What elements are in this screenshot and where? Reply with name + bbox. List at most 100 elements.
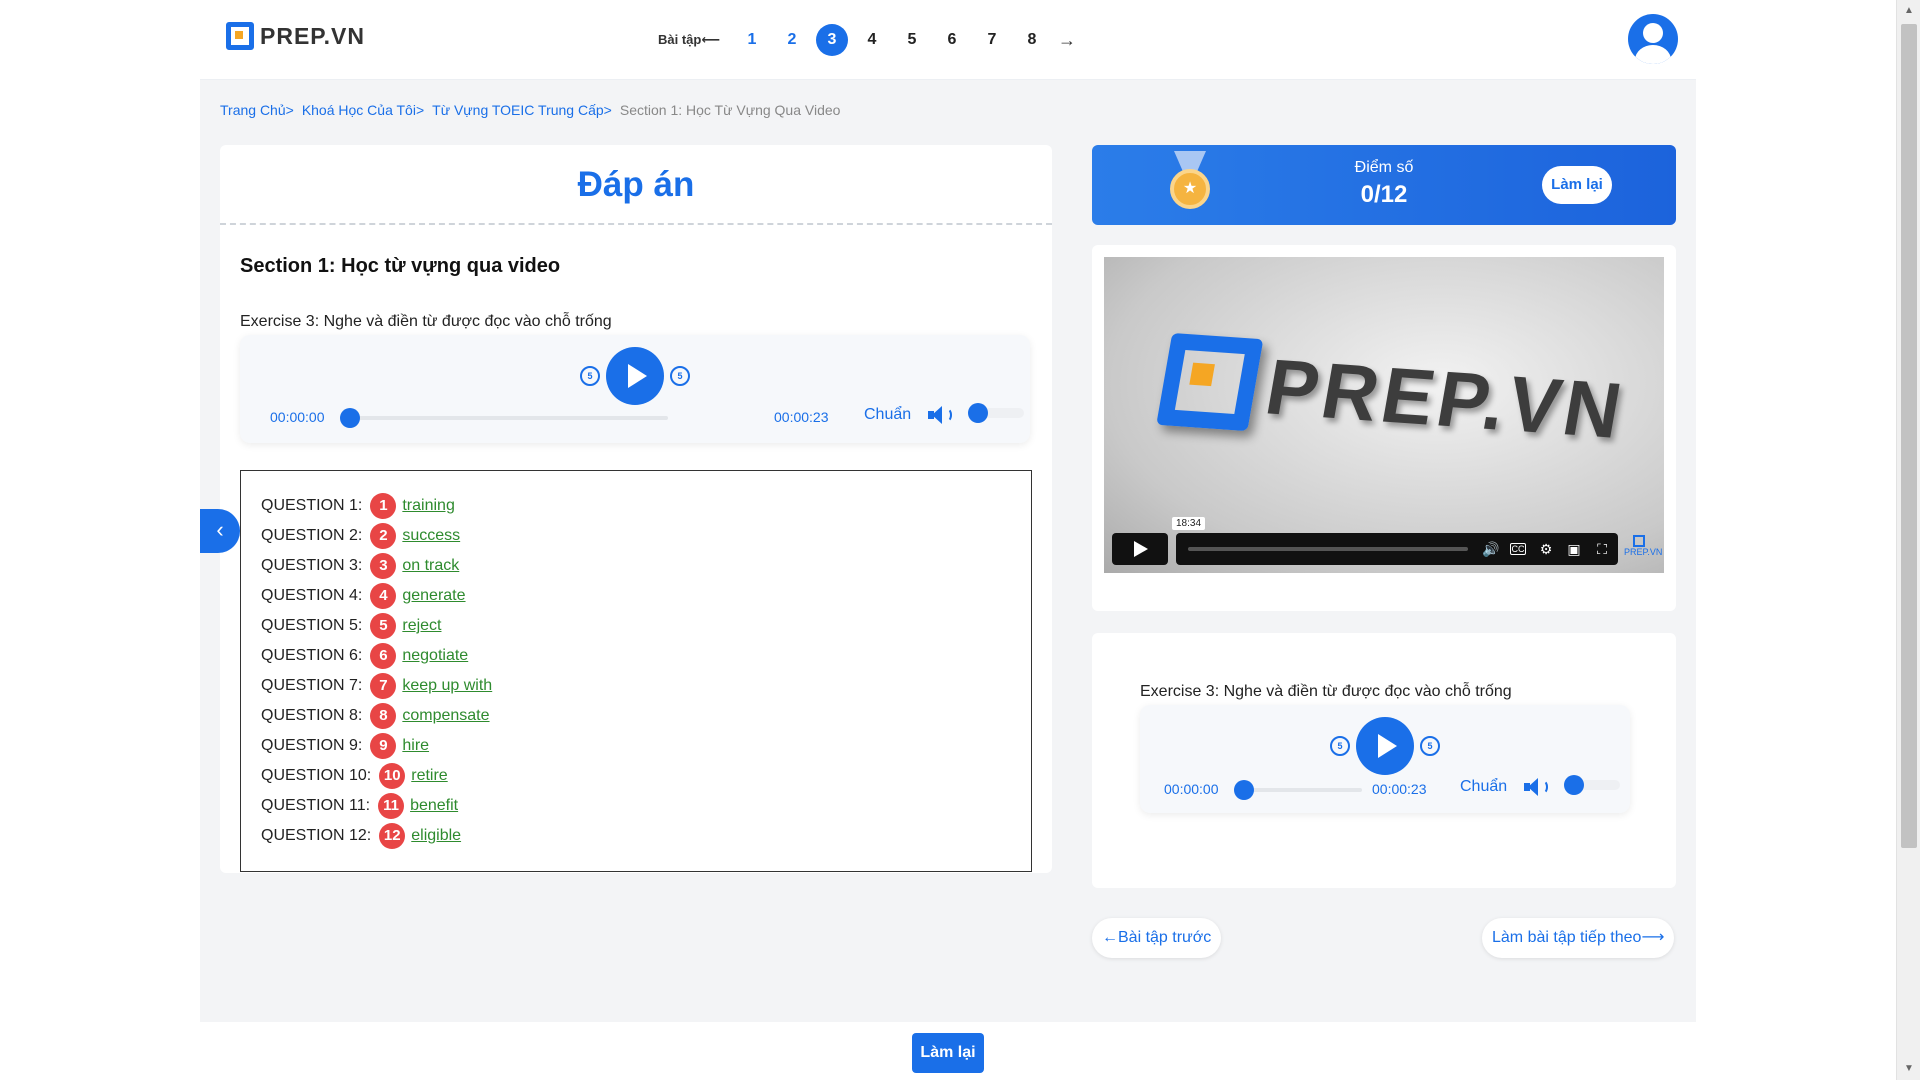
breadcrumb-item-course[interactable]: Từ Vựng TOEIC Trung Cấp> [432,102,612,118]
next-exercise-button[interactable]: Làm bài tập tiếp theo⟶ [1482,918,1675,958]
prep-logo[interactable]: PREP.VN [226,22,365,50]
fullscreen-icon[interactable]: ⛶ [1594,541,1610,557]
page-gutter-right [1696,0,1896,1080]
question-answer: on track [402,557,460,574]
avatar-body [1635,45,1671,64]
question-number-badge: 8 [370,703,397,729]
seek-knob[interactable] [1234,780,1254,800]
page-scrollbar[interactable]: ▲ ▼ [1896,0,1920,1080]
question-row: QUESTION 7: 7 keep up with [261,673,492,699]
exercise-nav-item-6[interactable]: 6 [936,24,968,56]
retry-button[interactable]: Làm lại [1542,166,1612,204]
question-number-badge: 12 [379,823,406,849]
exercise-nav-item-3[interactable]: 3 [815,24,848,56]
question-answer: reject [402,617,442,634]
video-control-bar: 🔊 CC ⚙ ▣ ⛶ [1176,533,1618,565]
play-button[interactable] [606,347,664,405]
question-row: QUESTION 6: 6 negotiate [261,643,468,669]
volume-icon[interactable] [928,405,952,425]
scroll-down-icon[interactable]: ▼ [1897,1058,1920,1080]
question-number-badge: 3 [370,553,397,579]
exercise-nav-item-7[interactable]: 7 [976,24,1008,56]
question-answer: success [402,527,461,544]
answer-card: Đáp án Section 1: Học từ vựng qua video … [220,145,1052,873]
question-answer: generate [402,587,466,604]
seek-knob[interactable] [340,408,360,428]
score-card: ★ Điểm số 0/12 Làm lại [1092,145,1676,225]
video-thumbnail-logo: PREP.VN [1156,332,1632,457]
question-row: QUESTION 1: 1 training [261,493,455,519]
volume-knob[interactable] [1564,775,1584,795]
question-number-badge: 2 [370,523,397,549]
pip-icon[interactable]: ▣ [1566,541,1582,557]
user-avatar-icon[interactable] [1628,14,1678,64]
replay-5-icon[interactable]: 5 [580,366,600,386]
question-row: QUESTION 10: 10 retire [261,763,448,789]
question-row: QUESTION 12: 12 eligible [261,823,461,849]
forward-5-icon[interactable]: 5 [670,366,690,386]
video-card: PREP.VN 18:34 🔊 CC ⚙ ▣ ⛶ PREP.VN [1092,245,1676,611]
duration-time: 00:00:23 [774,409,829,425]
breadcrumb: Trang Chủ> Khoá Học Của Tôi> Từ Vựng TOE… [220,102,840,118]
question-answer: benefit [410,797,459,814]
exercise-label: Exercise 3: Nghe và điền từ được đọc vào… [1140,683,1512,700]
question-answer: retire [411,767,448,784]
question-number-badge: 10 [379,763,406,789]
page-gutter-left [0,0,200,1080]
replay-5-icon[interactable]: 5 [1330,736,1350,756]
exercise-nav-item-2[interactable]: 2 [776,24,808,56]
current-time: 00:00:00 [270,409,325,425]
volume-knob[interactable] [968,403,988,423]
exercise-label: Exercise 3: Nghe và điền từ được đọc vào… [240,313,612,330]
exercise-nav-item-1[interactable]: 1 [736,24,768,56]
answers-box: QUESTION 1: 1 training QUESTION 2: 2 success… [240,470,1032,872]
question-number-badge: 11 [378,793,405,819]
volume-icon[interactable] [1524,777,1548,797]
section-title: Section 1: Học từ vựng qua video [240,255,561,277]
exercise-nav-item-5[interactable]: 5 [896,24,928,56]
settings-gear-icon[interactable]: ⚙ [1538,541,1554,557]
question-number-badge: 1 [370,493,397,519]
current-time: 00:00:00 [1164,781,1219,797]
video-progress-bar[interactable] [1188,547,1468,551]
captions-icon[interactable]: CC [1510,543,1526,555]
exercise-nav-item-4[interactable]: 4 [856,24,888,56]
audio-player: 5 5 00:00:00 00:00:23 Chuẩn [240,335,1030,443]
scroll-thumb[interactable] [1901,24,1917,848]
volume-icon[interactable]: 🔊 [1482,541,1499,557]
exercise-nav: Bài tập⟵ 1 2 3 4 5 6 7 8 → [658,24,1076,56]
breadcrumb-item-my-courses[interactable]: Khoá Học Của Tôi> [302,102,424,118]
question-row: QUESTION 9: 9 hire [261,733,429,759]
question-answer: compensate [402,707,490,724]
seek-track[interactable] [348,416,668,420]
prep-logo-icon [226,22,254,50]
question-answer: eligible [411,827,462,844]
exercise-nav-next-arrow[interactable]: → [1058,30,1076,51]
breadcrumb-current: Section 1: Học Từ Vựng Qua Video [619,102,841,118]
scroll-up-icon[interactable]: ▲ [1897,0,1920,22]
question-answer: negotiate [402,647,469,664]
question-row: QUESTION 3: 3 on track [261,553,459,579]
forward-5-icon[interactable]: 5 [1420,736,1440,756]
breadcrumb-item-home[interactable]: Trang Chủ> [220,102,294,118]
seek-track[interactable] [1242,788,1362,792]
prep-logo-3d-icon [1156,332,1264,432]
question-answer: keep up with [402,677,493,694]
video-play-button[interactable] [1112,533,1168,565]
question-number-badge: 5 [370,613,397,639]
speed-select[interactable]: Chuẩn [864,406,911,424]
retry-button-footer[interactable]: Làm lại [912,1033,984,1073]
prev-exercise-button[interactable]: ←Bài tập trước [1092,918,1222,958]
speed-select[interactable]: Chuẩn [1460,778,1507,796]
avatar-head [1643,23,1663,43]
video-watermark: PREP.VN [1624,535,1662,565]
play-button[interactable] [1356,717,1414,775]
question-number-badge: 4 [370,583,397,609]
video-player[interactable]: PREP.VN 18:34 🔊 CC ⚙ ▣ ⛶ PREP.VN [1104,257,1664,573]
question-row: QUESTION 5: 5 reject [261,613,441,639]
exercise-nav-item-8[interactable]: 8 [1016,24,1048,56]
audio-card: Exercise 3: Nghe và điền từ được đọc vào… [1092,633,1676,888]
logo-text: PREP.VN [260,22,366,49]
question-answer: training [402,497,455,514]
video-hover-time: 18:34 [1172,517,1206,530]
